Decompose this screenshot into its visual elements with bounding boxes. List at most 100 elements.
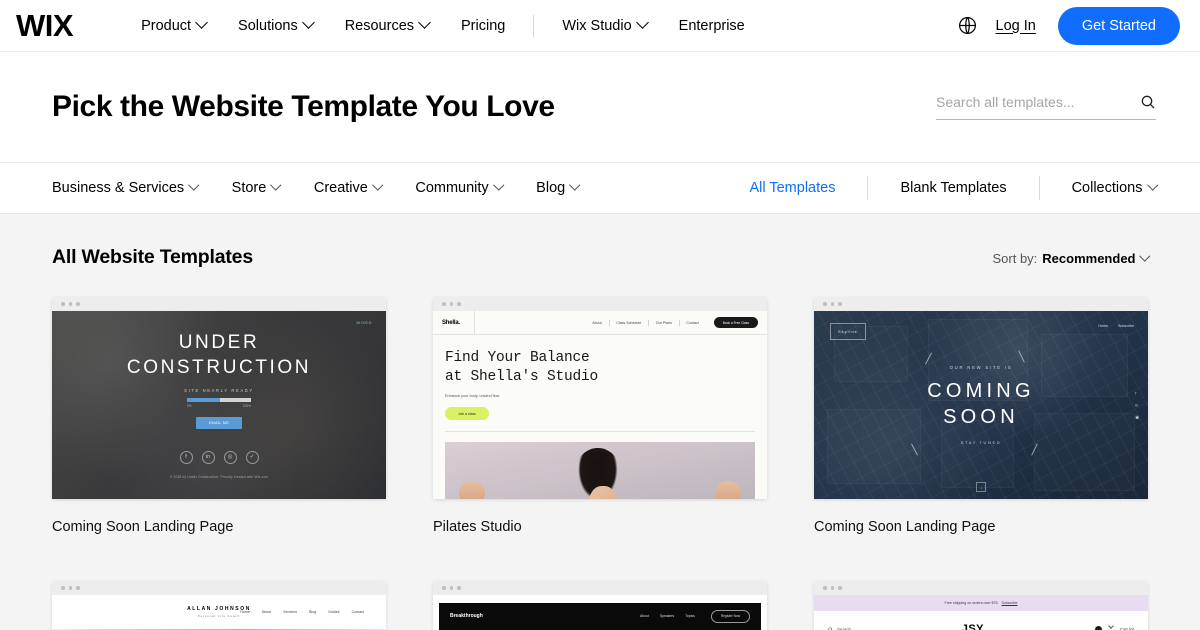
window-dot-icon [830, 586, 834, 590]
template-card-title: Coming Soon Landing Page [814, 519, 996, 535]
window-dot-icon [449, 302, 453, 306]
conference-template: Breakthrough About Speakers Topics Regis… [433, 603, 767, 630]
template-headline: Find Your Balance at Shella's Studio [445, 349, 755, 387]
search-label: Search [837, 626, 851, 630]
filter-label: Blank Templates [900, 180, 1007, 196]
social-links: f in ◎ ✓ [179, 450, 259, 464]
nav-item-pricing[interactable]: Pricing [445, 12, 521, 40]
nav-item-label: Wix Studio [562, 17, 632, 34]
template-subtitle: Enhance your body, unwind flow [445, 394, 500, 399]
template-card[interactable]: Free shipping on orders over $75. Subscr… [814, 581, 1148, 630]
chevron-down-icon [418, 16, 431, 29]
category-label: Blog [536, 180, 566, 196]
window-dot-icon [68, 586, 72, 590]
store-search: Search [828, 627, 851, 630]
navbar-divider [473, 311, 475, 335]
nav-item-resources[interactable]: Resources [329, 12, 445, 40]
nav-link: Blog [309, 610, 317, 614]
category-store[interactable]: Store [232, 179, 282, 196]
browser-chrome [433, 297, 767, 311]
progress-end-label: 100% [242, 403, 251, 408]
progress-fill [187, 398, 221, 402]
window-dot-icon [457, 586, 461, 590]
title-band: Pick the Website Template You Love [0, 52, 1200, 162]
window-dot-icon [61, 586, 65, 590]
template-preview: Shella. About Class Schedule Our Plans C… [433, 297, 767, 499]
browser-chrome [52, 297, 386, 311]
under-construction-template: WIXED UNDER CONSTRUCTION SITE NEARLY REA… [52, 311, 386, 499]
nav-link: Contact [351, 610, 364, 614]
linkedin-icon: in [201, 450, 215, 464]
template-brand: Shella. [442, 319, 460, 326]
template-brand: JSY [961, 623, 984, 630]
get-started-button[interactable]: Get Started [1057, 6, 1180, 45]
template-gallery: All Website Templates Sort by: Recommend… [0, 214, 1200, 630]
category-community[interactable]: Community [415, 179, 504, 196]
template-nav-links: Home Subscribe [1098, 324, 1134, 328]
template-headline: UNDER CONSTRUCTION [127, 331, 311, 380]
search-icon [828, 626, 832, 630]
template-hero: Find Your Balance at Shella's Studio Enh… [433, 335, 767, 421]
category-blog[interactable]: Blog [536, 179, 581, 196]
category-bar: Business & Services Store Creative Commu… [0, 162, 1200, 214]
category-business-services[interactable]: Business & Services [52, 179, 200, 196]
instagram-icon: ▣ [1135, 414, 1139, 420]
preview-viewport: ALLAN JOHNSON Personal Life Coach Home A… [52, 595, 386, 630]
window-dot-icon [76, 586, 80, 590]
preview-viewport: WIXED UNDER CONSTRUCTION SITE NEARLY REA… [52, 311, 386, 499]
promo-text: Free shipping on orders over $75. [944, 601, 999, 605]
wix-logo[interactable]: WIX [16, 10, 74, 41]
nav-item-product[interactable]: Product [125, 12, 222, 40]
template-card[interactable]: Shella. About Class Schedule Our Plans C… [433, 297, 767, 535]
category-creative[interactable]: Creative [313, 179, 383, 196]
template-search [936, 94, 1156, 120]
template-cta-button: Register Now [710, 609, 750, 623]
progress-bar [187, 398, 251, 402]
divider [445, 431, 755, 433]
coming-soon-template: Skyline Home Subscribe OUR NEW SITE IS C… [814, 311, 1148, 499]
login-link[interactable]: Log In [996, 18, 1036, 34]
template-subtitle: SITE NEARLY READY [184, 388, 254, 394]
progress-start-label: 0% [187, 403, 192, 408]
search-input[interactable] [936, 94, 1140, 110]
chevron-down-icon [635, 16, 649, 29]
template-navbar: Shella. About Class Schedule Our Plans C… [433, 311, 767, 335]
filter-blank-templates[interactable]: Blank Templates [900, 180, 1006, 196]
filter-divider [867, 176, 869, 200]
nav-item-wix-studio[interactable]: Wix Studio [546, 12, 662, 40]
window-dot-icon [830, 302, 834, 306]
window-dot-icon [449, 586, 453, 590]
template-card[interactable]: WIXED UNDER CONSTRUCTION SITE NEARLY REA… [52, 297, 386, 535]
chevron-down-icon [569, 179, 581, 191]
cart-label: Cart (0) [1119, 626, 1134, 630]
preview-viewport: Breakthrough About Speakers Topics Regis… [433, 595, 767, 630]
chevron-down-icon [493, 179, 504, 191]
filter-all-templates[interactable]: All Templates [749, 180, 835, 196]
window-dot-icon [442, 302, 446, 306]
chevron-down-icon [1107, 623, 1114, 629]
facebook-icon: f [1135, 390, 1137, 396]
window-dot-icon [838, 302, 842, 306]
filter-collections[interactable]: Collections [1072, 179, 1158, 196]
sort-by-dropdown[interactable]: Sort by: Recommended [993, 250, 1150, 266]
store-header: Search JSY Cart (0) [814, 611, 1148, 630]
window-dot-icon [823, 302, 827, 306]
photo-shape-arm-right [715, 481, 741, 499]
nav-item-solutions[interactable]: Solutions [222, 12, 329, 40]
social-links: f in ▣ [1135, 391, 1139, 420]
template-card[interactable]: Breakthrough About Speakers Topics Regis… [433, 581, 767, 630]
nav-item-enterprise[interactable]: Enterprise [663, 12, 761, 40]
template-hero: Breakthrough About Speakers Topics Regis… [439, 603, 761, 630]
headline-line-2: at Shella's Studio [445, 369, 599, 386]
facebook-icon: f [179, 450, 193, 464]
template-card[interactable]: Skyline Home Subscribe OUR NEW SITE IS C… [814, 297, 1148, 535]
subscribe-link: Subscribe [1001, 601, 1018, 605]
window-dot-icon [61, 302, 65, 306]
category-label: Creative [313, 180, 368, 196]
search-icon[interactable] [1140, 94, 1156, 110]
nav-link: Speakers [659, 614, 675, 618]
headline-line-1: Find Your Balance [445, 350, 590, 366]
template-card-title: Pilates Studio [433, 519, 522, 535]
template-card[interactable]: ALLAN JOHNSON Personal Life Coach Home A… [52, 581, 386, 630]
globe-icon[interactable] [957, 15, 978, 36]
